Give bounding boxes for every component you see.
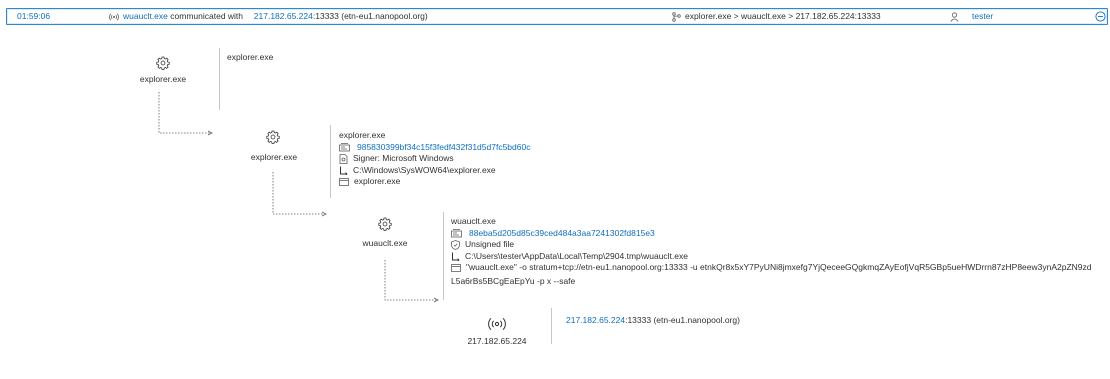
child-hash-link[interactable]: 985830399bf34c15f3fedf432f31d5d7fc5bd60c [357,142,530,154]
hash-icon [451,228,462,238]
child-process-name: explorer.exe [339,130,386,140]
root-process-name: explorer.exe [227,52,274,62]
root-process-label: explorer.exe [139,74,187,84]
ip-link[interactable]: 217.182.65.224 [254,11,313,21]
grandchild-path: C:\Users\tester\AppData\Local\Temp\2904.… [465,250,688,261]
root-process-details: explorer.exe [227,52,273,64]
shield-icon [451,239,460,250]
network-broadcast-icon [488,317,506,331]
tree-connector [272,172,327,217]
network-node-label: 217.182.65.224 [467,336,527,346]
divider [551,308,552,344]
network-port-host: :13333 (etn-eu1.nanopool.org) [625,315,740,325]
gear-icon [378,217,392,231]
child-path: C:\Windows\SysWOW64\explorer.exe [353,164,496,175]
action-text: communicated with [170,11,244,21]
user-icon [950,10,959,23]
hash-icon [339,142,350,152]
event-row[interactable]: 01:59:06 wuauclt.exe communicated with 2… [6,8,1108,25]
command-line-icon [451,263,461,272]
grandchild-cmdline-1: "wuauclt.exe" -o stratum+tcp://etn-eu1.n… [466,262,1092,272]
port-host-text: :13333 (etn-eu1.nanopool.org) [312,11,428,21]
grandchild-cmdline-2: L5a6rBs5BCgEaEpYu -p x --safe [451,275,576,286]
network-details: 217.182.65.224:13333 (etn-eu1.nanopool.o… [566,315,740,327]
network-broadcast-icon [109,10,119,23]
process-link[interactable]: wuauclt.exe [123,11,168,21]
child-process-details: explorer.exe 985830399bf34c15f3fedf432f3… [339,130,530,188]
tree-connector [158,92,213,136]
event-summary: wuauclt.exe communicated with 217.182.65… [123,10,428,23]
tree-connector [384,260,439,303]
folder-path-icon [340,166,348,175]
gear-icon [156,56,170,70]
grandchild-process-details: wuauclt.exe 88eba5d205d85c39ced484a3aa72… [451,216,1092,287]
grandchild-signer: Unsigned file [465,239,515,249]
grandchild-hash-link[interactable]: 88eba5d205d85c39ced484a3aa7241302fd815e3 [469,228,655,240]
event-time[interactable]: 01:59:06 [17,10,50,23]
grandchild-process-label: wuauclt.exe [362,238,408,248]
child-signer: Signer: Microsoft Windows [353,153,454,163]
grandchild-process-name: wuauclt.exe [451,216,496,226]
child-process-label: explorer.exe [250,152,298,162]
process-tree-icon [672,10,681,23]
child-cmdline: explorer.exe [354,176,401,186]
command-line-icon [339,177,349,186]
divider [219,48,220,110]
network-ip-link[interactable]: 217.182.65.224 [566,315,625,327]
certificate-icon [339,153,348,164]
process-path: explorer.exe > wuauclt.exe > 217.182.65.… [685,11,881,21]
collapse-icon[interactable] [1095,10,1106,23]
user-link[interactable]: tester [972,10,993,23]
gear-icon [266,130,280,144]
folder-path-icon [452,252,460,261]
